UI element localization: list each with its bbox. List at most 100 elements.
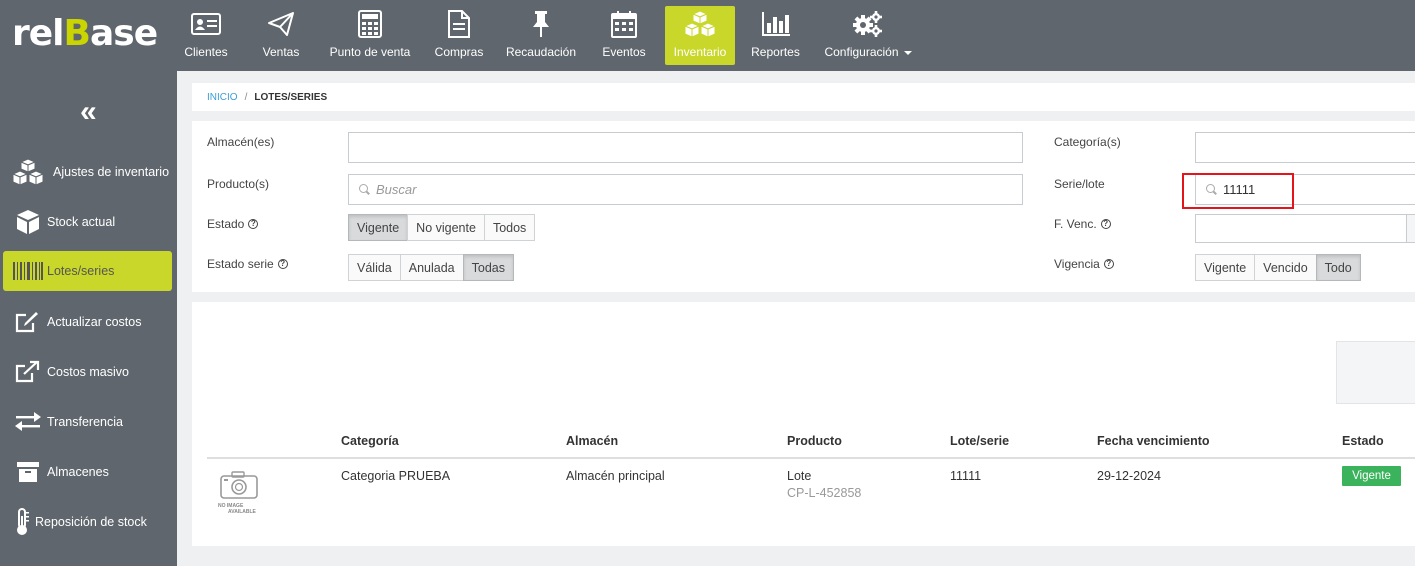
cubes-icon: [9, 158, 47, 186]
estado-no-vigente-button[interactable]: No vigente: [407, 214, 484, 241]
sidebar-item-stock-actual[interactable]: Stock actual: [3, 202, 172, 242]
help-icon[interactable]: ?: [248, 219, 259, 229]
sidebar-item-label: Almacenes: [47, 465, 109, 479]
productos-placeholder: Buscar: [376, 182, 417, 197]
fvenc-label: F. Venc.?: [1054, 217, 1111, 231]
help-icon[interactable]: ?: [277, 259, 288, 269]
estado-serie-todas-button[interactable]: Todas: [462, 254, 514, 281]
archive-icon: [9, 461, 47, 483]
sidebar-item-label: Costos masivo: [47, 365, 129, 379]
vigencia-label: Vigencia?: [1054, 257, 1114, 271]
nav-clientes[interactable]: Clientes: [180, 6, 232, 65]
almacenes-select[interactable]: [348, 132, 1023, 163]
address-card-icon: [191, 10, 221, 38]
estado-serie-label: Estado serie?: [207, 257, 288, 271]
sidebar-item-label: Lotes/series: [47, 264, 115, 278]
nav-reportes[interactable]: Reportes: [748, 6, 803, 65]
fvenc-date-addon[interactable]: [1406, 214, 1415, 243]
column-header-lote-serie[interactable]: Lote/serie: [950, 434, 1009, 448]
column-header-categoria[interactable]: Categoría: [341, 434, 399, 448]
column-header-producto[interactable]: Producto: [787, 434, 842, 448]
sidebar-item-label: Transferencia: [47, 415, 123, 429]
external-link-icon: [9, 360, 47, 384]
sidebar: « Ajustes de inventario Stock actual Lot…: [0, 71, 177, 566]
bar-chart-icon: [761, 10, 791, 38]
nav-label: Configuración: [824, 45, 912, 59]
sidebar-item-reposicion-de-stock[interactable]: Reposición de stock: [3, 502, 172, 542]
estado-todos-button[interactable]: Todos: [483, 214, 536, 241]
nav-ventas[interactable]: Ventas: [258, 6, 304, 65]
estado-serie-valida-button[interactable]: Válida: [348, 254, 400, 281]
search-icon: [359, 184, 370, 195]
vigencia-vigente-button[interactable]: Vigente: [1195, 254, 1255, 281]
vigencia-todo-button[interactable]: Todo: [1315, 254, 1361, 281]
relbase-logo[interactable]: relBase: [12, 14, 158, 54]
highlight-annotation: [1182, 173, 1294, 209]
nav-recaudacion[interactable]: Recaudación: [504, 6, 578, 65]
sidebar-item-almacenes[interactable]: Almacenes: [3, 452, 172, 492]
cell-producto: Lote CP-L-452858: [787, 469, 861, 500]
sidebar-item-label: Stock actual: [47, 215, 116, 229]
sidebar-item-label: Actualizar costos: [47, 315, 142, 329]
producto-code: CP-L-452858: [787, 486, 862, 500]
nav-label: Inventario: [673, 45, 727, 59]
help-icon[interactable]: ?: [1103, 259, 1114, 269]
nav-label: Clientes: [184, 45, 228, 59]
nav-label: Recaudación: [505, 45, 577, 59]
cell-fecha-vencimiento: 29-12-2024: [1097, 469, 1161, 483]
nav-label: Reportes: [751, 45, 800, 59]
productos-label: Producto(s): [207, 177, 270, 191]
nav-label: Eventos: [602, 45, 646, 59]
producto-name[interactable]: Lote: [787, 469, 861, 483]
breadcrumb-current: LOTES/SERIES: [254, 91, 328, 103]
categorias-select[interactable]: [1195, 132, 1415, 163]
cell-lote-serie: 11111: [950, 469, 982, 483]
breadcrumb-separator: /: [244, 91, 248, 103]
sidebar-item-transferencia[interactable]: Transferencia: [3, 402, 172, 442]
vigencia-toggle-group: Vigente Vencido Todo: [1195, 254, 1361, 281]
sidebar-item-costos-masivo[interactable]: Costos masivo: [3, 352, 172, 392]
gears-icon: [852, 10, 884, 38]
sidebar-item-ajustes-de-inventario[interactable]: Ajustes de inventario: [3, 152, 172, 192]
estado-serie-toggle-group: Válida Anulada Todas: [348, 254, 514, 281]
estado-serie-anulada-button[interactable]: Anulada: [399, 254, 463, 281]
serie-lote-label: Serie/lote: [1054, 177, 1105, 191]
sidebar-item-actualizar-costos[interactable]: Actualizar costos: [3, 302, 172, 342]
collapse-sidebar-icon[interactable]: «: [80, 97, 97, 127]
sidebar-item-lotes-series[interactable]: Lotes/series: [3, 251, 172, 291]
nav-label: Compras: [434, 45, 484, 59]
table-header-divider: [207, 457, 1415, 459]
nav-punto-de-venta[interactable]: Punto de venta: [326, 6, 414, 65]
sidebar-item-label: Ajustes de inventario: [53, 165, 170, 179]
estado-vigente-button[interactable]: Vigente: [348, 214, 408, 241]
nav-eventos[interactable]: Eventos: [599, 6, 649, 65]
status-badge: Vigente: [1342, 466, 1401, 486]
calendar-icon: [611, 10, 637, 38]
summary-box: [1336, 341, 1415, 404]
available-text: AVAILABLE: [228, 509, 256, 515]
column-header-estado[interactable]: Estado: [1342, 434, 1384, 448]
box-icon: [9, 209, 47, 235]
vigencia-vencido-button[interactable]: Vencido: [1254, 254, 1316, 281]
help-icon[interactable]: ?: [1100, 219, 1111, 229]
nav-label: Punto de venta: [329, 45, 411, 59]
calculator-icon: [358, 10, 382, 38]
sidebar-item-label: Reposición de stock: [35, 515, 147, 529]
cell-categoria: Categoria PRUEBA: [341, 469, 451, 483]
nav-inventario[interactable]: Inventario: [665, 6, 735, 65]
nav-label: Ventas: [262, 45, 300, 59]
column-header-almacen[interactable]: Almacén: [566, 434, 618, 448]
cubes-icon: [683, 10, 717, 38]
categorias-label: Categoría(s): [1054, 135, 1121, 149]
edit-icon: [9, 310, 47, 334]
breadcrumb-home-link[interactable]: INICIO: [207, 92, 238, 103]
fvenc-date-input[interactable]: [1195, 214, 1407, 243]
caret-down-icon: [903, 50, 912, 55]
results-panel: Categoría Almacén Producto Lote/serie Fe…: [192, 302, 1415, 546]
nav-compras[interactable]: Compras: [432, 6, 486, 65]
thermometer-icon: [9, 508, 35, 536]
nav-configuracion[interactable]: Configuración: [821, 6, 915, 65]
productos-search-input[interactable]: Buscar: [348, 174, 1023, 205]
column-header-fecha-vencimiento[interactable]: Fecha vencimiento: [1097, 434, 1210, 448]
top-navbar: relBase Clientes Ventas Punto de venta C…: [0, 0, 1415, 71]
